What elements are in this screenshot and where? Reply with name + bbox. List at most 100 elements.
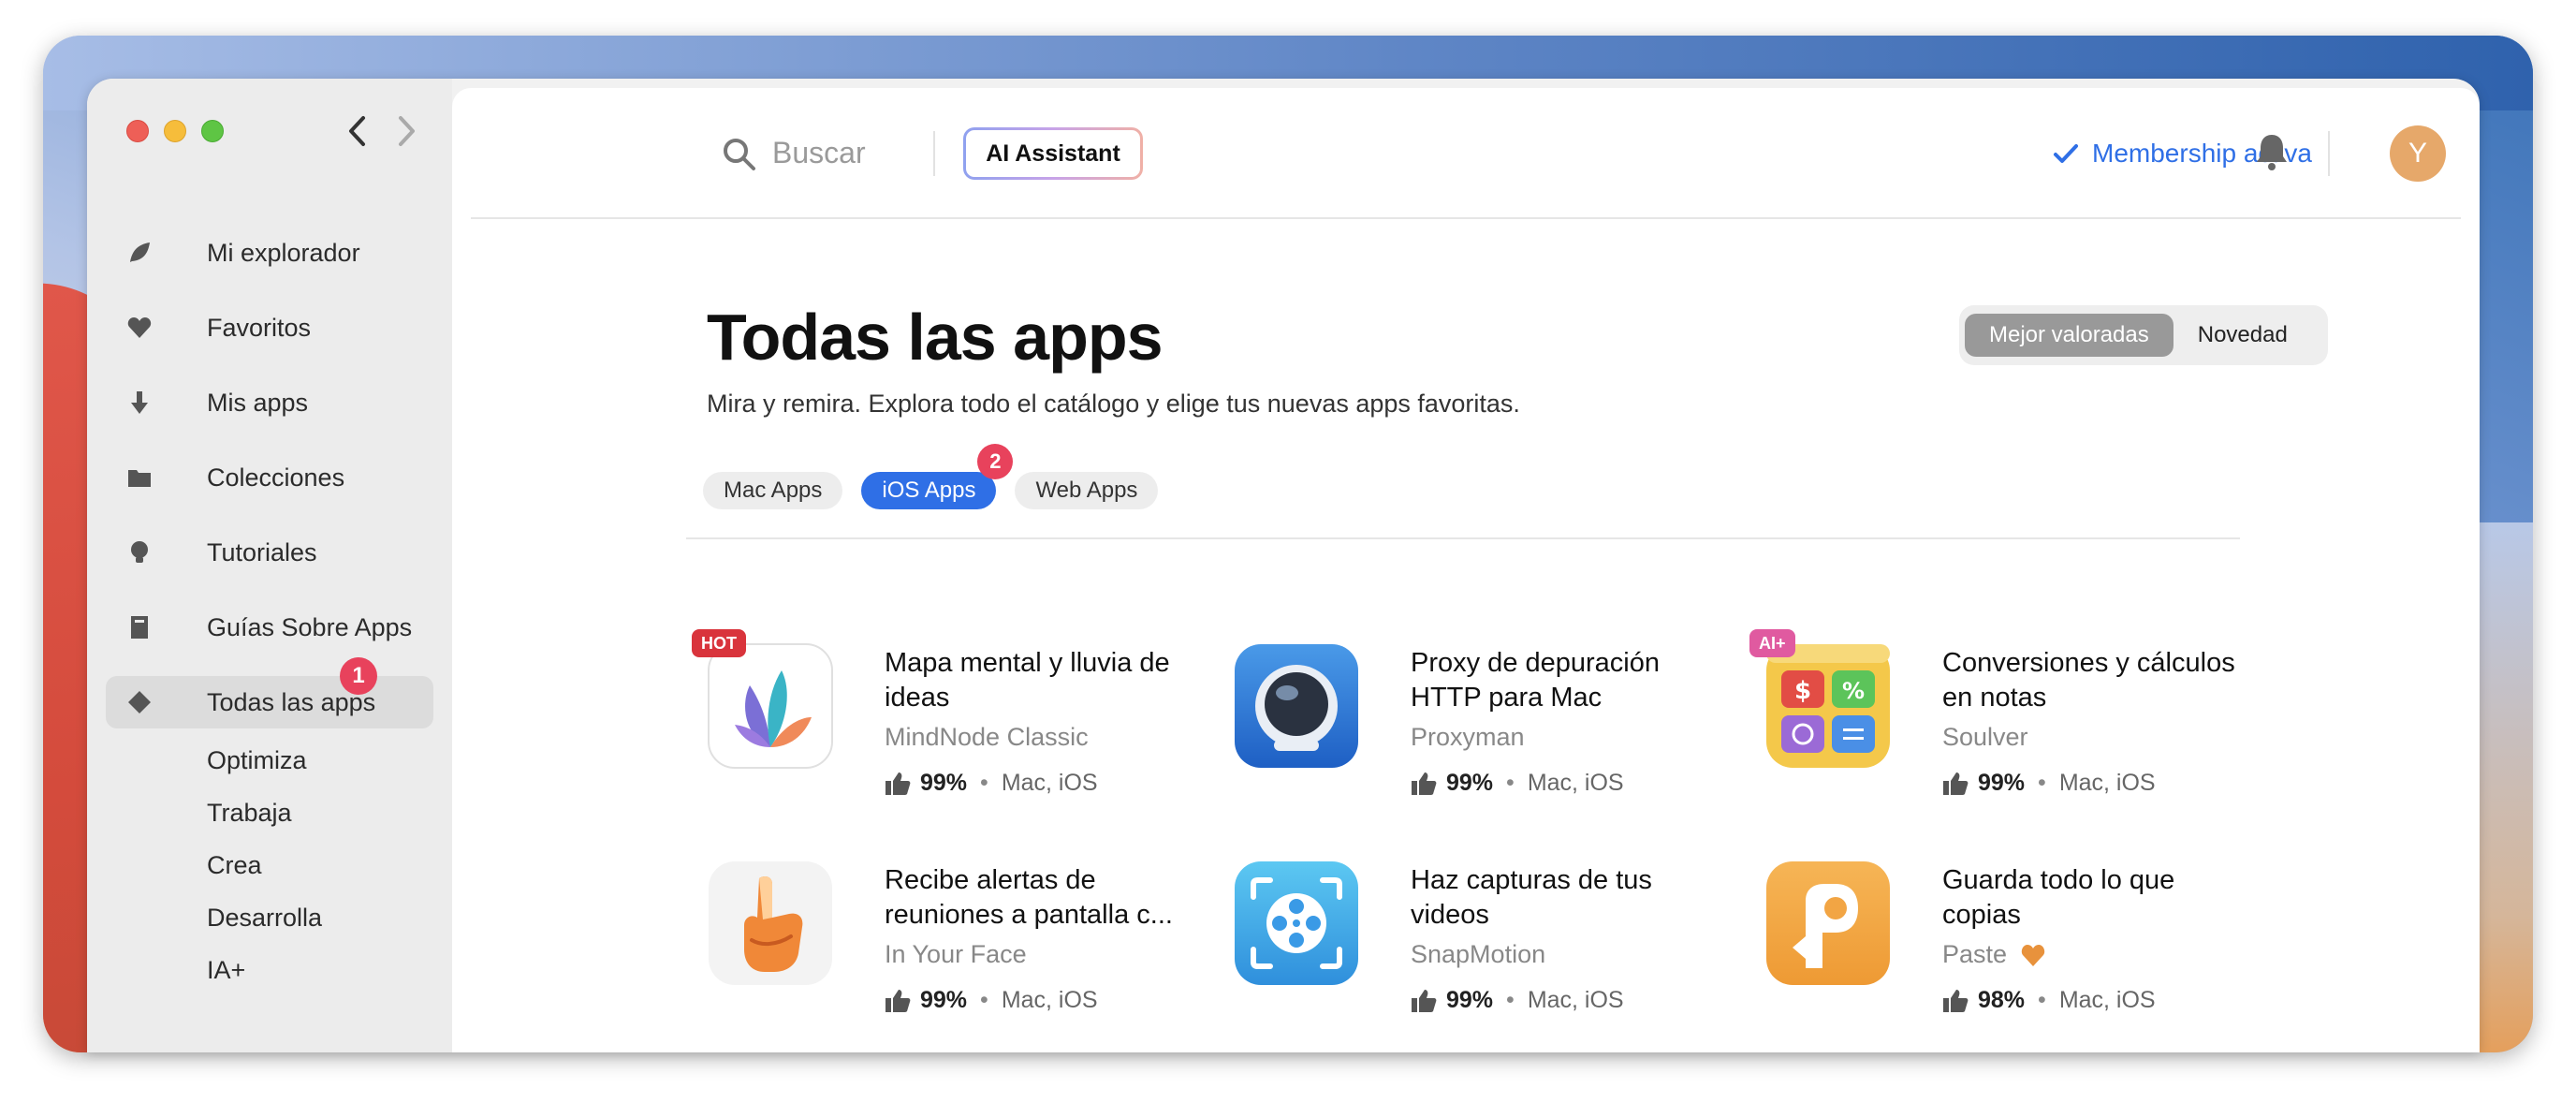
app-developer: Paste xyxy=(1942,940,2046,969)
page-title: Todas las apps xyxy=(707,301,1164,374)
sidebar-item-todas-las-apps[interactable]: Todas las apps 1 xyxy=(106,657,433,728)
app-developer: Proxyman xyxy=(1411,723,1525,751)
app-meta: 98% • Mac, iOS xyxy=(1942,987,2156,1014)
app-developer: SnapMotion xyxy=(1411,940,1546,968)
separator-dot: • xyxy=(980,987,988,1013)
avatar[interactable]: Y xyxy=(2390,125,2446,182)
app-card[interactable]: HOT Mapa mental y lluvia de ideas MindNo… xyxy=(692,629,1222,822)
sidebar: Mi explorador Favoritos Mis apps Colecci… xyxy=(87,79,452,1052)
sidebar-item-mis-apps[interactable]: Mis apps xyxy=(106,376,433,429)
app-title: Mapa mental y lluvia de ideas xyxy=(885,648,1170,713)
svg-text:$: $ xyxy=(1794,677,1811,705)
sidebar-item-favoritos[interactable]: Favoritos xyxy=(106,301,433,354)
sidebar-item-label: Mi explorador xyxy=(207,238,360,267)
app-meta: 99% • Mac, iOS xyxy=(1411,770,1624,797)
app-window: Mi explorador Favoritos Mis apps Colecci… xyxy=(87,79,2480,1052)
proxyman-astronaut-icon xyxy=(1235,644,1358,768)
thumbs-up-icon xyxy=(1412,772,1437,795)
filter-web-apps[interactable]: Web Apps xyxy=(1015,472,1159,509)
sidebar-item-colecciones[interactable]: Colecciones xyxy=(106,451,433,504)
app-rating: 99% xyxy=(920,987,968,1013)
search-input[interactable] xyxy=(772,129,903,176)
minimize-window-button[interactable] xyxy=(164,120,186,142)
app-card[interactable]: Haz capturas de tus videos SnapMotion 99… xyxy=(1223,852,1748,1039)
sidebar-subitem-optimiza[interactable]: Optimiza xyxy=(106,734,433,787)
sidebar-item-tutoriales[interactable]: Tutoriales xyxy=(106,526,433,579)
ai-assistant-button[interactable]: AI Assistant xyxy=(963,127,1143,180)
mindnode-icon xyxy=(708,643,833,769)
sidebar-subitem-desarrolla[interactable]: Desarrolla xyxy=(106,891,433,944)
separator-dot: • xyxy=(2038,770,2046,796)
sidebar-nav: Mi explorador Favoritos Mis apps Colecci… xyxy=(106,227,433,996)
app-developer: Soulver xyxy=(1942,723,2028,751)
app-meta: 99% • Mac, iOS xyxy=(1411,987,1624,1014)
chevron-right-icon xyxy=(399,116,415,146)
app-rating: 98% xyxy=(1978,987,2026,1013)
thumbs-up-icon xyxy=(886,989,911,1012)
sidebar-item-label: Guías Sobre Apps xyxy=(207,612,413,641)
sidebar-item-label: Favoritos xyxy=(207,313,312,342)
filter-ios-apps[interactable]: iOS Apps 2 xyxy=(861,444,1014,509)
heart-icon xyxy=(127,317,152,338)
sidebar-subitem-crea[interactable]: Crea xyxy=(106,839,433,891)
chevron-left-icon xyxy=(349,116,365,146)
sidebar-subitem-trabaja[interactable]: Trabaja xyxy=(106,787,433,839)
back-button[interactable] xyxy=(338,110,375,152)
app-card[interactable]: Guarda todo lo que copias Paste 98% • Ma… xyxy=(1755,852,2279,1039)
app-card[interactable]: $ % AI+ Conversiones y cálculos en notas… xyxy=(1749,629,2279,822)
filter-mac-apps[interactable]: Mac Apps xyxy=(703,472,843,509)
top-bar: AI Assistant Membership activa Y xyxy=(471,88,2461,219)
sidebar-subitem-ia-plus[interactable]: IA+ xyxy=(106,944,433,996)
download-arrow-icon xyxy=(131,391,148,414)
app-meta: 99% • Mac, iOS xyxy=(885,987,1098,1014)
checkmark-icon xyxy=(2054,144,2078,163)
app-platforms: Mac, iOS xyxy=(2058,770,2156,796)
forward-button[interactable] xyxy=(388,110,426,152)
app-platforms: Mac, iOS xyxy=(2058,987,2156,1013)
app-card[interactable]: Recibe alertas de reuniones a pantalla c… xyxy=(697,852,1222,1039)
close-window-button[interactable] xyxy=(126,120,149,142)
bell-icon[interactable] xyxy=(2251,131,2292,172)
book-icon xyxy=(131,616,148,639)
ai-assistant-label: AI Assistant xyxy=(966,130,1140,177)
app-platforms: Mac, iOS xyxy=(1527,770,1624,796)
app-platforms: Mac, iOS xyxy=(1527,987,1624,1013)
app-platforms: Mac, iOS xyxy=(1001,987,1098,1013)
platform-filter: Mac Apps iOS Apps 2 Web Apps xyxy=(703,444,1177,509)
separator-dot: • xyxy=(2038,987,2046,1013)
sidebar-item-label: Colecciones xyxy=(207,463,345,492)
sort-novedad[interactable]: Novedad xyxy=(2174,314,2312,357)
ai-plus-tag: AI+ xyxy=(1749,629,1795,657)
app-title: Conversiones y cálculos en notas xyxy=(1942,648,2235,713)
sort-mejor-valoradas[interactable]: Mejor valoradas xyxy=(1965,314,2174,357)
diamond-icon xyxy=(128,691,151,713)
app-card[interactable]: Proxy de depuración HTTP para Mac Proxym… xyxy=(1223,635,1748,822)
search-icon[interactable] xyxy=(722,137,757,172)
divider xyxy=(686,537,2240,539)
step-badge: 2 xyxy=(977,444,1014,479)
separator-dot: • xyxy=(1506,770,1515,796)
svg-text:%: % xyxy=(1842,678,1865,704)
app-developer: MindNode Classic xyxy=(885,723,1089,751)
hot-tag: HOT xyxy=(692,629,746,657)
sidebar-item-mi-explorador[interactable]: Mi explorador xyxy=(106,227,433,279)
pointing-hand-icon xyxy=(709,861,832,985)
paste-icon xyxy=(1766,861,1890,985)
thumbs-up-icon xyxy=(1412,989,1437,1012)
app-title: Guarda todo lo que copias xyxy=(1942,865,2175,930)
sidebar-item-label: Mis apps xyxy=(207,388,309,417)
main-content: AI Assistant Membership activa Y Todas l… xyxy=(452,88,2480,1052)
sidebar-item-guias-sobre-apps[interactable]: Guías Sobre Apps xyxy=(106,601,433,654)
app-title: Recibe alertas de reuniones a pantalla c… xyxy=(885,865,1173,930)
app-rating: 99% xyxy=(1446,987,1494,1013)
lightbulb-icon xyxy=(131,541,148,563)
heart-icon xyxy=(2021,944,2045,966)
folder-icon xyxy=(128,470,151,487)
app-title: Proxy de depuración HTTP para Mac xyxy=(1411,648,1660,713)
app-title: Haz capturas de tus videos xyxy=(1411,865,1652,930)
zoom-window-button[interactable] xyxy=(201,120,224,142)
sidebar-item-label: Tutoriales xyxy=(207,537,317,566)
app-developer: In Your Face xyxy=(885,940,1027,968)
film-reel-icon xyxy=(1235,861,1358,985)
leaf-icon xyxy=(130,243,150,262)
